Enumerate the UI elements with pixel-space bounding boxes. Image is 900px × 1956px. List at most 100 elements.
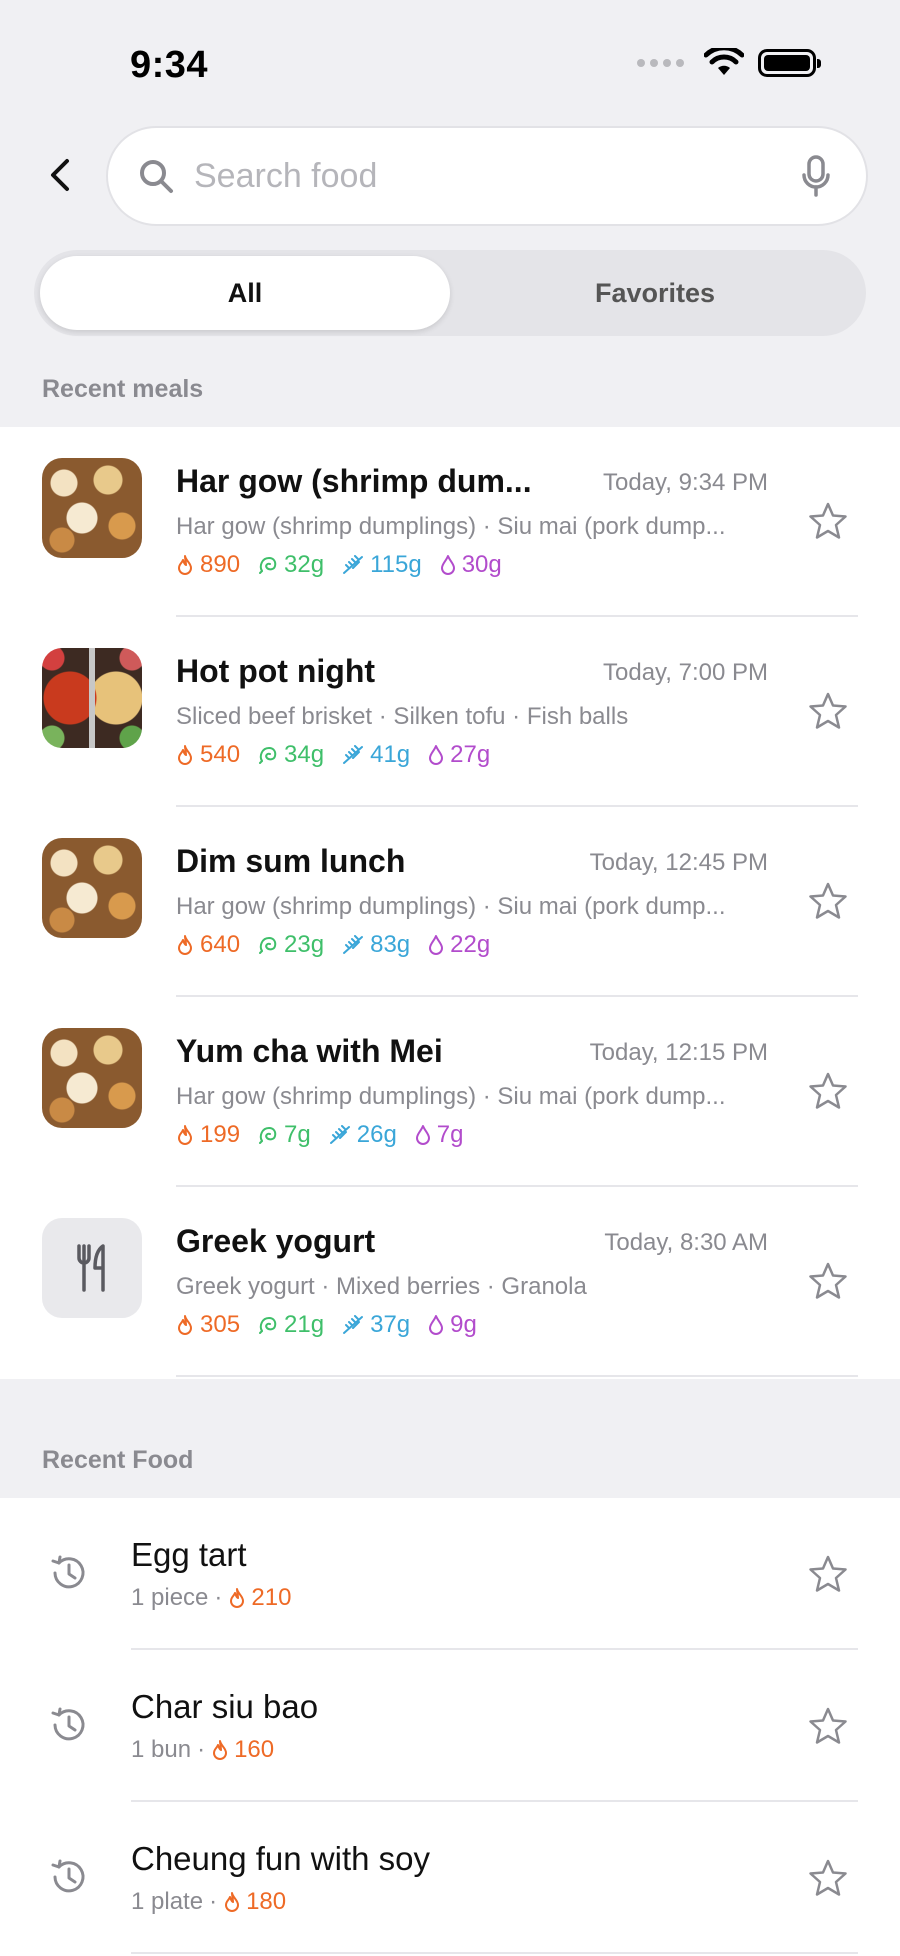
food-row[interactable]: Cheung fun with soy 1 plate · 180 xyxy=(0,1802,900,1954)
meal-row[interactable]: Hot pot night Today, 7:00 PM Sliced beef… xyxy=(0,617,900,807)
flame-icon xyxy=(178,1125,192,1145)
meal-title: Hot pot night xyxy=(176,653,376,689)
dimsum-photo xyxy=(42,1028,142,1128)
history-icon xyxy=(46,1550,92,1596)
fat: 27g xyxy=(428,741,490,769)
search-header xyxy=(0,126,900,226)
dimsum-photo xyxy=(42,838,142,938)
drop-icon xyxy=(429,1315,444,1335)
protein-icon xyxy=(259,936,277,954)
divider xyxy=(176,1375,858,1377)
protein-value: 23g xyxy=(284,931,325,958)
recent-meals-list: Har gow (shrimp dum... Today, 9:34 PM Ha… xyxy=(0,427,900,1379)
carbs: 26g xyxy=(329,1121,397,1149)
favorite-button[interactable] xyxy=(806,689,850,733)
protein-icon xyxy=(259,556,277,574)
flame-icon xyxy=(178,935,192,955)
food-row[interactable]: Char siu bao 1 bun · 160 xyxy=(0,1650,900,1802)
carbs: 83g xyxy=(342,931,410,959)
dimsum-photo xyxy=(42,458,142,558)
macros: 890 32g 115g 30g xyxy=(176,551,502,579)
calories-value: 640 xyxy=(200,931,241,958)
star-icon xyxy=(809,502,847,539)
meal-title: Greek yogurt xyxy=(176,1223,376,1259)
calories: 540 xyxy=(176,741,240,769)
meal-time: Today, 12:45 PM xyxy=(589,849,768,876)
favorite-button[interactable] xyxy=(806,1704,850,1748)
fat: 9g xyxy=(428,1311,477,1339)
carbs-value: 115g xyxy=(370,551,422,578)
favorite-button[interactable] xyxy=(806,1259,850,1303)
food-details: 1 piece · 210 xyxy=(131,1584,292,1611)
food-details: 1 plate · 180 xyxy=(131,1888,287,1915)
meal-time: Today, 12:15 PM xyxy=(589,1039,768,1066)
serving-size: 1 piece xyxy=(131,1584,209,1611)
chevron-left-icon xyxy=(51,159,69,191)
serving-size: 1 bun xyxy=(131,1736,192,1763)
meal-row[interactable]: Yum cha with Mei Today, 12:15 PM Har gow… xyxy=(0,997,900,1187)
fat: 30g xyxy=(440,551,502,579)
favorite-button[interactable] xyxy=(806,1069,850,1113)
protein-value: 32g xyxy=(284,551,325,578)
protein: 34g xyxy=(258,741,324,769)
food-name: Egg tart xyxy=(131,1536,247,1573)
status-bar: 9:34 xyxy=(0,0,900,120)
calories: 305 xyxy=(176,1311,240,1339)
tab-favorites[interactable]: Favorites xyxy=(450,256,860,330)
favorite-button[interactable] xyxy=(806,879,850,923)
history-icon xyxy=(46,1702,92,1748)
microphone-icon[interactable] xyxy=(796,153,836,199)
food-name: Char siu bao xyxy=(131,1688,319,1725)
favorite-button[interactable] xyxy=(806,499,850,543)
grain-icon xyxy=(343,555,364,574)
tab-all[interactable]: All xyxy=(40,256,450,330)
meal-row[interactable]: Har gow (shrimp dum... Today, 9:34 PM Ha… xyxy=(0,427,900,617)
protein-value: 21g xyxy=(284,1311,325,1338)
serving-size: 1 plate xyxy=(131,1888,204,1915)
battery-icon xyxy=(758,49,821,77)
flame-icon xyxy=(178,1315,192,1335)
star-icon xyxy=(809,1262,847,1299)
favorite-button[interactable] xyxy=(806,1856,850,1900)
flame-icon xyxy=(230,1588,245,1608)
carbs-value: 37g xyxy=(370,1311,411,1338)
search-bar[interactable] xyxy=(106,126,868,226)
flame-icon xyxy=(213,1740,228,1760)
macros: 305 21g 37g 9g xyxy=(176,1311,477,1339)
macros: 540 34g 41g 27g xyxy=(176,741,490,769)
fork-knife-icon xyxy=(77,1244,105,1292)
search-icon xyxy=(138,156,178,196)
meal-items: Har gow (shrimp dumplings) · Siu mai (po… xyxy=(176,513,726,540)
divider xyxy=(131,1952,858,1954)
food-details: 1 bun · 160 xyxy=(131,1736,275,1763)
meal-row[interactable]: Greek yogurt Today, 8:30 AM Greek yogurt… xyxy=(0,1187,900,1377)
flame-icon xyxy=(225,1892,240,1912)
grain-icon xyxy=(329,1125,350,1144)
meal-placeholder-thumb xyxy=(42,1218,142,1318)
filter-tabs: All Favorites xyxy=(34,250,866,336)
food-row[interactable]: Egg tart 1 piece · 210 xyxy=(0,1498,900,1650)
drop-icon xyxy=(440,555,455,575)
fat-value: 7g xyxy=(436,1121,464,1148)
flame-icon xyxy=(178,745,192,765)
star-icon xyxy=(809,692,847,729)
favorite-button[interactable] xyxy=(806,1552,850,1596)
back-button[interactable] xyxy=(40,150,80,200)
search-input[interactable] xyxy=(194,156,796,196)
meal-time: Today, 7:00 PM xyxy=(603,659,768,686)
calories-value: 180 xyxy=(246,1888,287,1915)
protein-value: 34g xyxy=(284,741,325,768)
flame-icon xyxy=(178,555,192,575)
protein-icon xyxy=(259,746,277,764)
fat-value: 9g xyxy=(450,1311,477,1338)
meal-row[interactable]: Dim sum lunch Today, 12:45 PM Har gow (s… xyxy=(0,807,900,997)
calories: 199 xyxy=(176,1121,240,1149)
calories: 890 xyxy=(176,551,240,579)
meal-items: Sliced beef brisket · Silken tofu · Fish… xyxy=(176,703,629,730)
star-icon xyxy=(809,1072,847,1109)
carbs-value: 83g xyxy=(370,931,411,958)
meal-items: Har gow (shrimp dumplings) · Siu mai (po… xyxy=(176,1083,726,1110)
meal-time: Today, 8:30 AM xyxy=(604,1229,768,1256)
grain-icon xyxy=(343,745,364,764)
wifi-icon xyxy=(704,48,744,75)
